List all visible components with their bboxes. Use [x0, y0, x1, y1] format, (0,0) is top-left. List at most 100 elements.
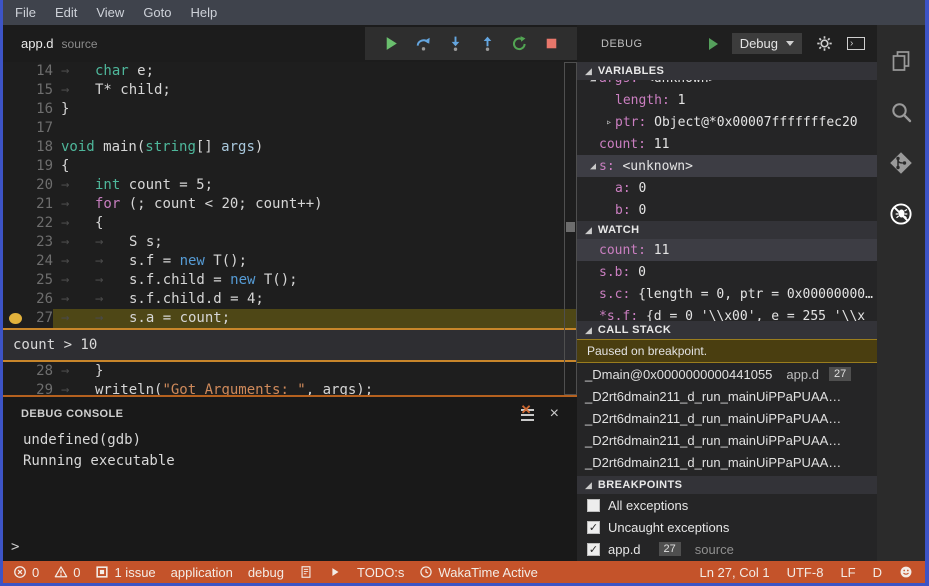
code-line-25[interactable]: 25 → → s.f.child = new T(); — [3, 271, 577, 290]
variable-row[interactable]: a: 0 — [577, 177, 877, 199]
variable-row[interactable]: length: 1 — [577, 89, 877, 111]
code-line-16[interactable]: 16} — [3, 100, 577, 119]
status-project-application[interactable]: application — [171, 565, 233, 580]
status-cursor-position[interactable]: Ln 27, Col 1 — [699, 565, 769, 580]
status-config-debug[interactable]: debug — [248, 565, 284, 580]
breakpoint-item[interactable]: ✓ app.d 27 source — [577, 538, 877, 560]
activity-explorer-icon[interactable] — [877, 35, 925, 86]
code-line-22[interactable]: 22 →{ — [3, 214, 577, 233]
code-line-18[interactable]: 18 void main(string[] args) — [3, 138, 577, 157]
breakpoint-condition-peek[interactable]: count > 10 — [3, 328, 577, 362]
menu-goto[interactable]: Goto — [140, 3, 174, 22]
breakpoint-icon[interactable] — [9, 313, 22, 324]
activity-debug-icon[interactable] — [877, 188, 925, 239]
section-variables[interactable]: ◢ VARIABLES — [577, 62, 877, 80]
stop-button[interactable] — [542, 35, 560, 53]
status-errors[interactable]: 0 — [13, 565, 39, 580]
watch-row[interactable]: s.c: {length = 0, ptr = 0x00000000… — [577, 283, 877, 305]
scrollbar-thumb[interactable] — [566, 221, 575, 232]
status-language-mode[interactable]: D — [873, 565, 882, 580]
debug-config-select[interactable]: Debug — [731, 33, 802, 54]
checkbox-unchecked[interactable] — [587, 498, 600, 512]
start-debug-icon[interactable] — [708, 37, 718, 50]
code-line-20[interactable]: 20 → int count = 5; — [3, 176, 577, 195]
status-issues[interactable]: 1 issue — [95, 565, 156, 580]
restart-button[interactable] — [510, 35, 528, 53]
breakpoint-gutter[interactable] — [3, 81, 29, 100]
checkbox-checked[interactable]: ✓ — [587, 520, 600, 534]
console-prompt-input[interactable]: > — [11, 539, 19, 555]
menu-view[interactable]: View — [93, 3, 127, 22]
collapsed-icon[interactable]: ▹ — [603, 117, 615, 128]
activity-search-icon[interactable] — [877, 86, 925, 137]
continue-button[interactable] — [382, 35, 400, 53]
code-line-19[interactable]: 19 { — [3, 157, 577, 176]
breakpoint-gutter[interactable] — [3, 309, 29, 328]
watch-row[interactable]: *s.f: {d = 0 '\\x00', e = 255 '\\x — [577, 305, 877, 322]
variable-row[interactable]: ◢args: <unknown> — [577, 80, 877, 89]
activity-source-control-icon[interactable] — [877, 137, 925, 188]
breakpoint-item[interactable]: ✓ Uncaught exceptions — [577, 516, 877, 538]
editor-scrollbar[interactable] — [564, 62, 577, 395]
code-line-17[interactable]: 17 — [3, 119, 577, 138]
expanded-icon[interactable]: ◢ — [587, 161, 599, 172]
stack-frame[interactable]: _D2rt6dmain211_d_run_mainUiPPaPUAA… — [577, 429, 877, 451]
code-editor[interactable]: 14 → char e; 15 → T* child; 16} 17 18 void main(s… — [3, 62, 577, 395]
checkbox-checked[interactable]: ✓ — [587, 542, 600, 556]
status-encoding[interactable]: UTF-8 — [787, 565, 824, 580]
close-icon[interactable]: × — [550, 406, 559, 422]
status-warnings[interactable]: 0 — [54, 565, 80, 580]
section-watch[interactable]: ◢ WATCH — [577, 221, 877, 239]
variable-row[interactable]: b: 0 — [577, 199, 877, 221]
variable-row[interactable]: count: 11 — [577, 133, 877, 155]
menu-edit[interactable]: Edit — [52, 3, 80, 22]
breakpoint-gutter[interactable] — [3, 157, 29, 176]
step-into-button[interactable] — [446, 35, 464, 53]
breakpoint-gutter[interactable] — [3, 119, 29, 138]
code-line-24[interactable]: 24 → → s.f = new T(); — [3, 252, 577, 271]
breakpoint-gutter[interactable] — [3, 214, 29, 233]
status-todos[interactable]: TODO:s — [357, 565, 404, 580]
variable-row[interactable]: ▹ ptr: Object@*0x00007fffffffec20 — [577, 111, 877, 133]
watch-row[interactable]: s.b: 0 — [577, 261, 877, 283]
breakpoint-gutter[interactable] — [3, 233, 29, 252]
code-line-21[interactable]: 21 → for (; count < 20; count++) — [3, 195, 577, 214]
code-line-27[interactable]: 27 → → s.a = count; — [3, 309, 577, 328]
breakpoint-gutter[interactable] — [3, 100, 29, 119]
tab-app-d[interactable]: app.d source — [3, 36, 116, 51]
breakpoint-gutter[interactable] — [3, 290, 29, 309]
open-console-icon[interactable]: › — [847, 37, 865, 50]
breakpoint-gutter[interactable] — [3, 62, 29, 81]
status-run[interactable] — [328, 565, 342, 579]
code-line-15[interactable]: 15 → T* child; — [3, 81, 577, 100]
status-wakatime[interactable]: WakaTime Active — [419, 565, 538, 580]
watch-row[interactable]: count: 11 — [577, 239, 877, 261]
stack-frame[interactable]: _D2rt6dmain211_d_run_mainUiPPaPUAA… — [577, 407, 877, 429]
clear-console-icon[interactable]: ✕ — [516, 402, 534, 422]
breakpoint-gutter[interactable] — [3, 176, 29, 195]
breakpoint-gutter[interactable] — [3, 252, 29, 271]
code-line-14[interactable]: 14 → char e; — [3, 62, 577, 81]
status-feedback[interactable] — [899, 565, 913, 579]
breakpoint-gutter[interactable] — [3, 138, 29, 157]
status-eol[interactable]: LF — [840, 565, 855, 580]
stack-frame[interactable]: _D2rt6dmain211_d_run_mainUiPPaPUAA… — [577, 385, 877, 407]
code-line-28[interactable]: 28 →} — [3, 362, 577, 381]
section-call-stack[interactable]: ◢ CALL STACK — [577, 321, 877, 339]
expanded-icon[interactable]: ◢ — [587, 80, 599, 84]
breakpoint-gutter[interactable] — [3, 362, 29, 381]
breakpoint-gutter[interactable] — [3, 381, 29, 395]
section-breakpoints[interactable]: ◢ BREAKPOINTS — [577, 476, 877, 494]
stack-frame[interactable]: _D2rt6dmain211_d_run_mainUiPPaPUAA… — [577, 451, 877, 473]
variable-row[interactable]: ◢ s: <unknown> — [577, 155, 877, 177]
menu-help[interactable]: Help — [188, 3, 221, 22]
gear-icon[interactable] — [816, 35, 833, 52]
breakpoint-gutter[interactable] — [3, 195, 29, 214]
step-out-button[interactable] — [478, 35, 496, 53]
step-over-button[interactable] — [414, 35, 432, 53]
code-line-23[interactable]: 23 → → S s; — [3, 233, 577, 252]
breakpoint-gutter[interactable] — [3, 271, 29, 290]
breakpoint-item[interactable]: All exceptions — [577, 494, 877, 516]
stack-frame[interactable]: _Dmain@0x0000000000441055 app.d 27 — [577, 363, 877, 385]
code-line-29[interactable]: 29 → writeln("Got Arguments: ", args); — [3, 381, 577, 395]
